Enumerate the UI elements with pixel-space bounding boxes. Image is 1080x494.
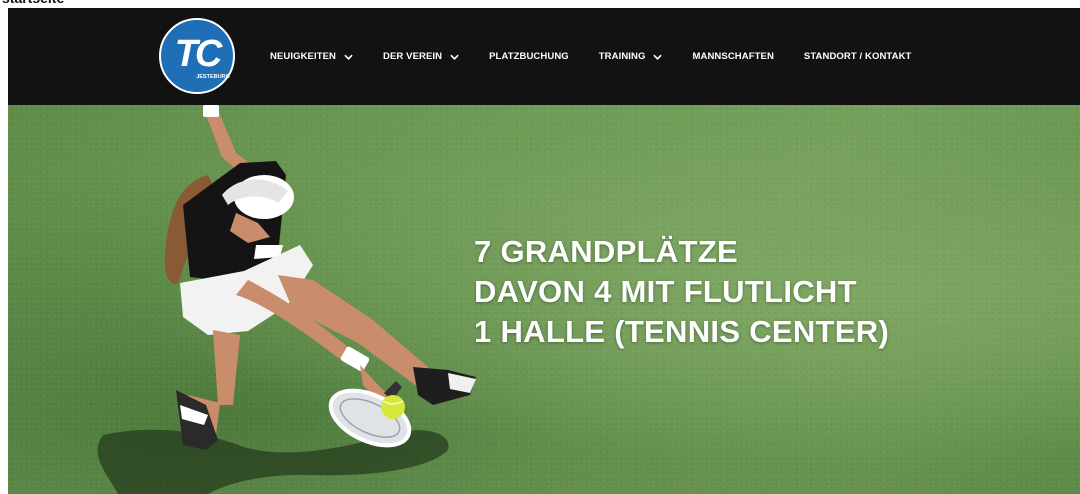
nav-label: TRAINING (598, 51, 646, 62)
hero-line-hall: 1 HALLE (TENNIS CENTER) (474, 314, 890, 349)
nav-item-training[interactable]: TRAINING (599, 51, 663, 62)
club-logo: TC JESTEBURG (159, 18, 235, 94)
main-navbar: TC JESTEBURG NEUIGKEITEN DER VEREIN PLAT… (8, 8, 1080, 106)
nav-item-platzbuchung[interactable]: PLATZBUCHUNG (489, 51, 569, 62)
hero-line-courts: 7 GRANDPLÄTZE (474, 234, 738, 269)
chevron-down-icon (344, 54, 353, 60)
nav-item-standort-kontakt[interactable]: STANDORT / KONTAKT (804, 51, 912, 62)
primary-navigation: NEUIGKEITEN DER VEREIN PLATZBUCHUNG TRAI… (270, 8, 941, 105)
chevron-down-icon (450, 54, 459, 60)
browser-top-edge: startseite (0, 0, 1080, 8)
nav-item-mannschaften[interactable]: MANNSCHAFTEN (692, 51, 773, 62)
nav-item-der-verein[interactable]: DER VEREIN (383, 51, 459, 62)
chevron-down-icon (653, 54, 663, 60)
nav-label: MANNSCHAFTEN (692, 51, 774, 62)
nav-label: STANDORT / KONTAKT (803, 51, 912, 62)
website: TC JESTEBURG NEUIGKEITEN DER VEREIN PLAT… (8, 8, 1080, 494)
logo-initials: TC (175, 33, 223, 75)
hero-line-floodlight: DAVON 4 MIT FLUTLICHT (474, 274, 857, 309)
nav-label: PLATZBUCHUNG (489, 51, 569, 62)
nav-item-neuigkeiten[interactable]: NEUIGKEITEN (270, 51, 353, 62)
nav-label: DER VEREIN (383, 51, 443, 62)
hero-banner: 7 GRANDPLÄTZE DAVON 4 MIT FLUTLICHT 1 HA… (8, 105, 1080, 494)
clipped-page-label: startseite (2, 0, 64, 6)
logo-subtitle: JESTEBURG (196, 74, 230, 80)
hero-headline: 7 GRANDPLÄTZE DAVON 4 MIT FLUTLICHT 1 HA… (474, 232, 889, 352)
club-logo-link[interactable]: TC JESTEBURG (159, 18, 235, 94)
nav-label: NEUIGKEITEN (270, 51, 337, 62)
